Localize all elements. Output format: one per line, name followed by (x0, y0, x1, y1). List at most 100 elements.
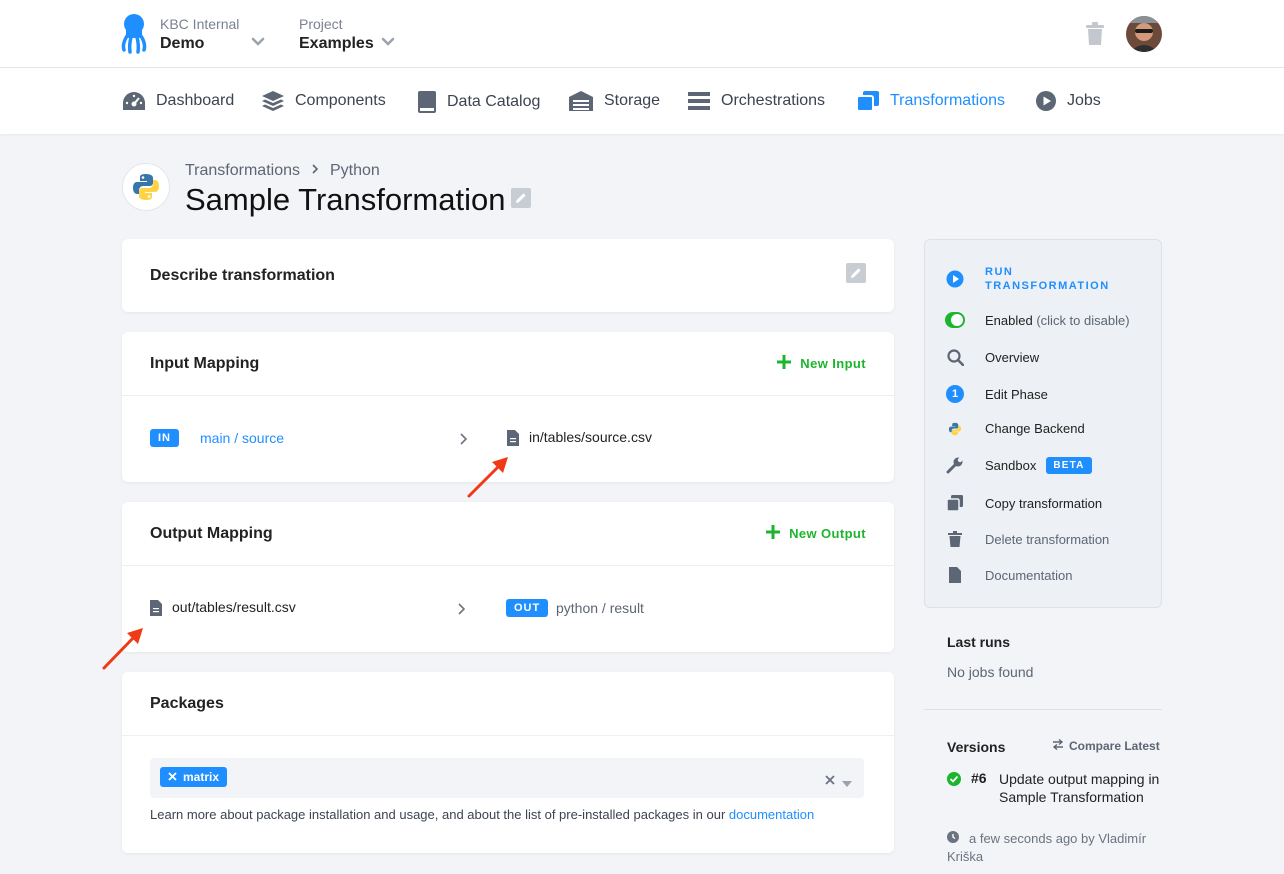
play-circle-icon (1035, 90, 1057, 112)
copy-icon (856, 90, 880, 112)
sandbox-label: Sandbox (985, 457, 1037, 473)
enabled-toggle[interactable]: Enabled (click to disable) (945, 312, 1130, 328)
trash-icon (945, 531, 965, 547)
nav-item-label: Dashboard (156, 92, 235, 109)
edit-icon[interactable] (846, 263, 866, 288)
nav-item-dashboard[interactable]: Dashboard (122, 90, 234, 112)
exchange-icon (1052, 738, 1064, 753)
annotation-arrow-icon (101, 625, 147, 676)
nav-item-transformations[interactable]: Transformations (856, 90, 1005, 112)
nav-item-label: Data Catalog (447, 93, 541, 110)
clock-icon (947, 830, 969, 848)
nav-item-storage[interactable]: Storage (568, 90, 660, 112)
copy-transformation-label: Copy transformation (985, 495, 1103, 511)
packages-help-text: Learn more about package installation an… (150, 807, 726, 822)
caret-down-icon[interactable] (842, 774, 852, 792)
toggle-switch[interactable] (945, 312, 965, 328)
last-runs-empty: No jobs found (947, 664, 1034, 680)
clear-icon[interactable] (825, 772, 835, 790)
version-meta: a few seconds ago by Vladimír Kriška (947, 830, 1162, 866)
chevron-down-icon[interactable] (251, 34, 265, 52)
enabled-hint: (click to disable) (1036, 312, 1130, 328)
overview-label: Overview (985, 350, 1040, 365)
change-backend-label: Change Backend (985, 421, 1085, 436)
breadcrumb-transformations[interactable]: Transformations (185, 162, 300, 180)
compare-latest-label: Compare Latest (1069, 739, 1160, 753)
packages-card: Packages matrix Learn more about package… (122, 672, 894, 853)
nav-item-orchestrations[interactable]: Orchestrations (687, 90, 825, 112)
version-number: #6 (971, 770, 987, 786)
output-mapping-title: Output Mapping (150, 524, 273, 542)
compare-latest-button[interactable]: Compare Latest (1052, 738, 1160, 753)
last-runs-title: Last runs (947, 634, 1011, 650)
documentation-link[interactable]: Documentation (945, 567, 1072, 583)
versions-title: Versions (947, 739, 1006, 755)
nav-item-jobs[interactable]: Jobs (1035, 90, 1101, 112)
sandbox-link[interactable]: Sandbox BETA (945, 456, 1092, 474)
search-icon (945, 349, 965, 366)
plus-icon (765, 524, 781, 543)
nav-item-label: Components (295, 92, 386, 109)
new-input-label: New Input (800, 356, 866, 371)
run-label-line1: RUN (985, 266, 1014, 278)
input-source-link[interactable]: main / source (200, 430, 284, 446)
beta-badge: BETA (1046, 456, 1092, 474)
nav-item-data-catalog[interactable]: Data Catalog (417, 90, 540, 114)
output-source: out/tables/result.csv (172, 599, 296, 615)
nav-item-label: Orchestrations (721, 92, 826, 109)
copy-transformation-link[interactable]: Copy transformation (945, 495, 1102, 511)
trash-icon[interactable] (1084, 22, 1106, 51)
packages-select[interactable]: matrix (150, 758, 864, 798)
project-switcher[interactable]: Project Examples (299, 16, 374, 54)
edit-phase-link[interactable]: 1 Edit Phase (945, 385, 1048, 403)
delete-transformation-link[interactable]: Delete transformation (945, 531, 1109, 547)
annotation-arrow-icon (466, 455, 512, 504)
chevron-right-icon (310, 162, 320, 180)
documentation-link[interactable]: documentation (729, 807, 814, 822)
run-transformation-button[interactable]: RUN TRANSFORMATION (945, 265, 1110, 293)
divider (924, 709, 1162, 710)
keboola-logo-icon[interactable] (120, 12, 148, 59)
nav-item-components[interactable]: Components (261, 90, 386, 112)
organization-name: Demo (160, 35, 205, 52)
nav-item-label: Jobs (1067, 92, 1101, 109)
version-meta-text: a few seconds ago by Vladimír Kriška (947, 831, 1147, 864)
python-icon (945, 422, 965, 436)
top-bar: KBC Internal Demo Project Examples (0, 0, 1284, 68)
breadcrumb-python[interactable]: Python (330, 162, 380, 180)
change-backend-link[interactable]: Change Backend (945, 421, 1085, 436)
project-name: Examples (299, 35, 374, 52)
out-badge: OUT (506, 599, 549, 617)
chevron-down-icon[interactable] (381, 34, 395, 52)
edit-icon[interactable] (511, 188, 531, 213)
describe-title: Describe transformation (150, 266, 335, 284)
new-output-button[interactable]: New Output (765, 524, 866, 543)
project-label: Project (299, 16, 343, 32)
output-mapping-row[interactable]: out/tables/result.csv OUT python / resul… (122, 566, 894, 650)
breadcrumb: Transformations Python (185, 162, 380, 180)
new-input-button[interactable]: New Input (776, 354, 866, 373)
enabled-label: Enabled (985, 312, 1033, 328)
book-icon (417, 90, 437, 114)
dashboard-icon (122, 90, 146, 112)
output-destination-link[interactable]: python / result (556, 600, 644, 616)
warehouse-icon (568, 90, 594, 112)
last-runs-section: Last runs No jobs found (947, 634, 1033, 680)
chevron-right-icon (459, 432, 469, 451)
edit-phase-label: Edit Phase (985, 386, 1048, 402)
avatar[interactable] (1126, 16, 1162, 52)
delete-transformation-label: Delete transformation (985, 531, 1110, 547)
organization-switcher[interactable]: KBC Internal Demo (160, 16, 239, 54)
new-output-label: New Output (789, 526, 866, 541)
file-icon (507, 430, 519, 451)
package-tag: matrix (160, 767, 228, 787)
nav-item-label: Storage (604, 92, 661, 109)
packages-title: Packages (150, 694, 224, 712)
check-circle-icon (947, 772, 961, 791)
run-label-line2: TRANSFORMATION (985, 280, 1110, 292)
file-icon (945, 567, 965, 583)
file-icon (150, 600, 162, 621)
remove-tag-icon[interactable] (168, 770, 177, 784)
page-title: Sample Transformation (185, 182, 506, 217)
overview-link[interactable]: Overview (945, 349, 1039, 366)
